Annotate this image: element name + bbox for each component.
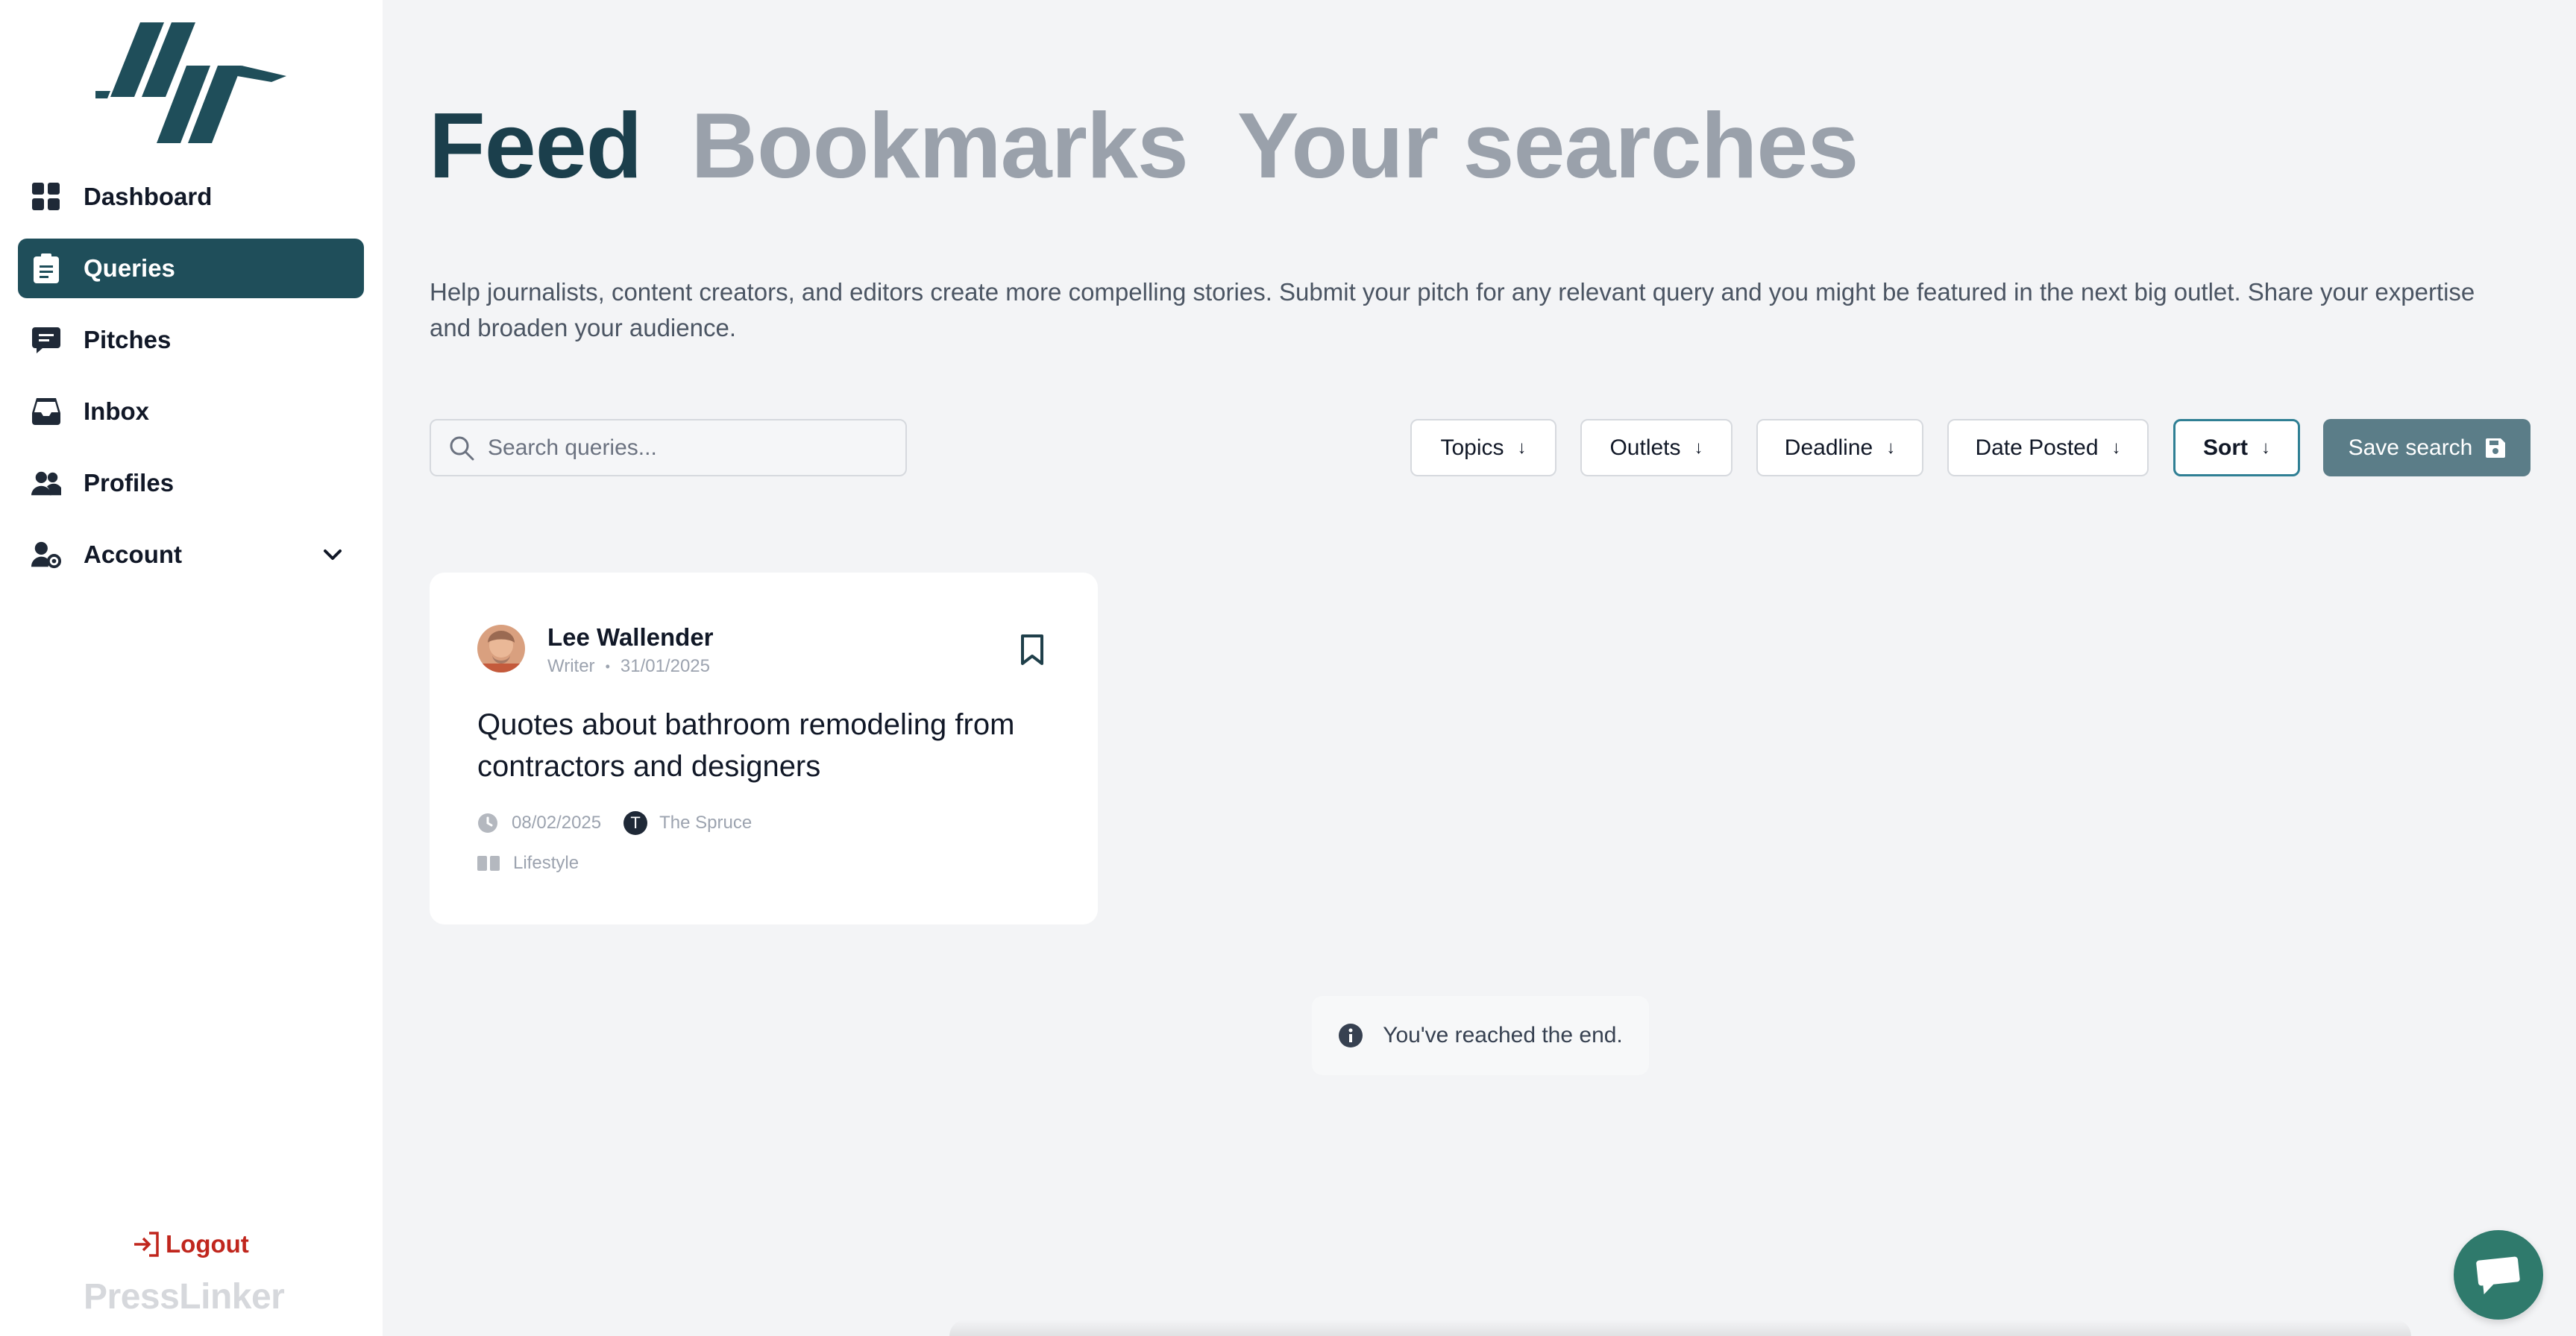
sidebar: Dashboard Queries Pitches Inbox Profiles [0,0,383,1336]
chat-launcher-button[interactable] [2454,1230,2543,1320]
footer-shadow [949,1320,2411,1336]
sort-button[interactable]: Sort ↓ [2173,419,2300,476]
author-name: Lee Wallender [547,623,714,651]
user-gear-icon [31,540,61,570]
brand-name: PressLinker [84,1277,285,1317]
logout-button[interactable]: Logout [133,1230,249,1258]
arrow-down-icon: ↓ [2261,437,2270,458]
topics-filter-button[interactable]: Topics ↓ [1410,419,1556,476]
main-content: Feed Bookmarks Your searches Help journa… [383,0,2576,1336]
sort-label: Sort [2203,435,2248,460]
arrow-down-icon: ↓ [1886,437,1896,458]
tab-your-searches[interactable]: Your searches [1237,95,1859,198]
logout-icon [134,1232,159,1257]
chat-bubble-icon [2476,1256,2520,1294]
sidebar-item-label: Account [84,541,182,568]
logo-icon [95,22,286,143]
search-box [430,419,907,476]
arrow-down-icon: ↓ [2111,437,2121,458]
clock-icon [478,813,497,833]
filter-label: Date Posted [1975,435,2099,460]
end-of-feed-notice: You've reached the end. [1312,996,1649,1075]
filter-label: Deadline [1784,435,1873,460]
outlet-logo-icon: T [623,811,648,835]
query-card[interactable]: Lee Wallender Writer • 31/01/2025 Quotes… [430,573,1098,924]
tab-bookmarks[interactable]: Bookmarks [691,95,1188,198]
tab-feed[interactable]: Feed [429,95,642,198]
sidebar-nav: Dashboard Queries Pitches Inbox Profiles [18,167,364,596]
bookmark-icon[interactable] [1019,634,1046,667]
filter-label: Topics [1440,435,1504,460]
save-search-button[interactable]: Save search [2323,419,2531,476]
category-label: Lifestyle [513,853,579,873]
author-role: Writer [547,656,595,676]
end-of-feed-text: You've reached the end. [1383,1023,1623,1047]
sidebar-item-account[interactable]: Account [18,525,364,584]
sidebar-item-label: Profiles [84,469,175,497]
sidebar-item-inbox[interactable]: Inbox [18,382,364,441]
author-meta: Writer • 31/01/2025 [547,656,710,677]
deadline-date: 08/02/2025 [512,813,602,833]
date-posted-filter-button[interactable]: Date Posted ↓ [1947,419,2149,476]
deadline-filter-button[interactable]: Deadline ↓ [1756,419,1923,476]
outlets-filter-button[interactable]: Outlets ↓ [1580,419,1732,476]
sidebar-item-label: Inbox [84,397,149,425]
arrow-down-icon: ↓ [1694,437,1703,458]
avatar [477,625,525,672]
sidebar-item-queries[interactable]: Queries [18,239,364,298]
logout-label: Logout [166,1230,249,1258]
search-icon [450,436,474,460]
outlet-name: The Spruce [659,813,753,833]
chevron-down-icon [324,549,342,560]
posted-date: 31/01/2025 [620,656,710,676]
floppy-disk-icon [2486,438,2506,458]
sidebar-item-label: Dashboard [84,183,213,210]
sidebar-item-pitches[interactable]: Pitches [18,310,364,370]
sidebar-item-dashboard[interactable]: Dashboard [18,167,364,227]
message-icon [31,325,61,355]
book-open-icon [477,856,500,871]
tab-bar: Feed Bookmarks Your searches [429,95,1907,198]
users-icon [31,468,61,498]
meta-separator: • [605,658,610,674]
query-details-row: 08/02/2025 T The Spruce [477,811,752,835]
page-description: Help journalists, content creators, and … [430,278,2475,341]
clipboard-icon [31,253,61,283]
save-search-label: Save search [2348,435,2473,460]
grid-icon [31,182,61,212]
info-icon [1339,1024,1363,1047]
sidebar-item-label: Queries [84,254,175,282]
search-input[interactable] [488,435,905,461]
arrow-down-icon: ↓ [1517,437,1527,458]
sidebar-item-label: Pitches [84,326,172,353]
query-category-row: Lifestyle [477,853,579,874]
query-title: Quotes about bathroom remodeling from co… [477,708,1015,783]
inbox-icon [31,397,61,426]
sidebar-item-profiles[interactable]: Profiles [18,453,364,513]
filter-label: Outlets [1609,435,1681,460]
